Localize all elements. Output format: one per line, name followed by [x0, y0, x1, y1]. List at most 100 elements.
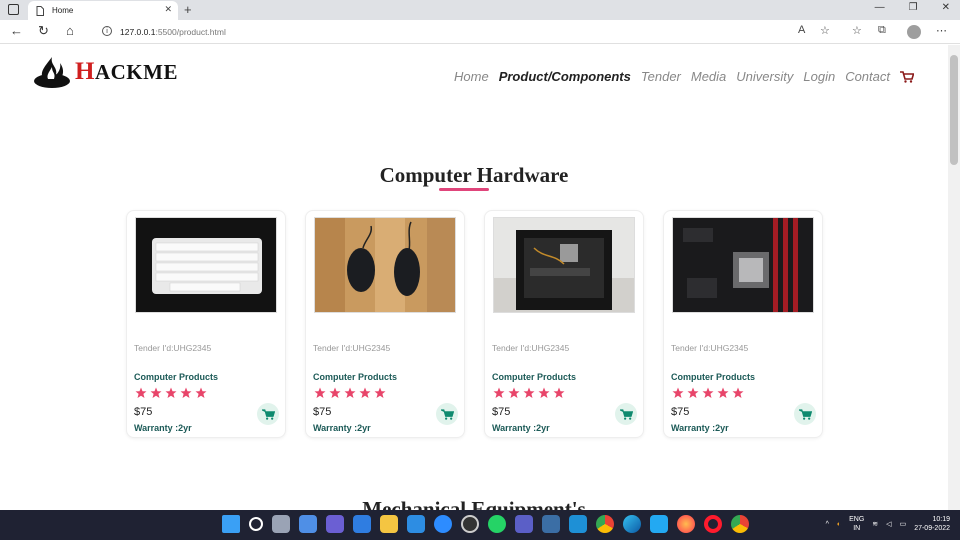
cart-icon — [261, 408, 275, 420]
nav-products[interactable]: Product/Components — [499, 69, 631, 84]
page-scrollbar[interactable] — [948, 45, 960, 510]
reload-icon[interactable]: ↻ — [38, 24, 49, 38]
favorite-star-icon[interactable]: ☆ — [820, 24, 830, 37]
browser-tab-bar: Home ✕ + — ❐ ✕ — [0, 0, 960, 20]
cart-icon — [798, 408, 812, 420]
widgets-icon[interactable] — [299, 515, 317, 533]
tender-id: Tender I'd:UHG2345 — [492, 343, 570, 353]
obs-icon[interactable] — [461, 515, 479, 533]
star-icon — [538, 387, 550, 398]
profile-avatar[interactable] — [907, 25, 921, 39]
product-card[interactable]: Tender I'd:UHG2345 Computer Products $75… — [484, 210, 644, 438]
star-icon — [553, 387, 565, 398]
firefox-icon[interactable] — [677, 515, 695, 533]
mail-icon[interactable] — [407, 515, 425, 533]
next-section-title: Mechanical Equipment's — [362, 497, 586, 510]
clock[interactable]: 10:19 27-09-2022 — [914, 515, 950, 533]
home-icon[interactable]: ⌂ — [66, 24, 74, 38]
add-to-cart-button[interactable] — [257, 403, 279, 425]
product-price: $75 — [671, 406, 690, 418]
nav-tender[interactable]: Tender — [641, 69, 681, 84]
battery-icon[interactable]: ▭ — [900, 520, 907, 528]
product-category: Computer Products — [671, 372, 756, 382]
nav-home[interactable]: Home — [454, 69, 489, 84]
volume-icon[interactable]: ◁ — [886, 520, 891, 528]
product-warranty: Warranty :2yr — [671, 423, 729, 433]
add-to-cart-button[interactable] — [794, 403, 816, 425]
star-icon — [150, 387, 162, 398]
tender-id: Tender I'd:UHG2345 — [671, 343, 749, 353]
main-nav: Home Product/Components Tender Media Uni… — [454, 69, 914, 84]
page-content: HACKME Home Product/Components Tender Me… — [0, 45, 948, 510]
minimize-button[interactable]: — — [875, 2, 885, 13]
product-warranty: Warranty :2yr — [313, 423, 371, 433]
star-icon — [672, 387, 684, 398]
star-icon — [165, 387, 177, 398]
whatsapp-icon[interactable] — [488, 515, 506, 533]
more-menu-icon[interactable]: ⋯ — [936, 24, 947, 37]
product-image-mouse — [314, 217, 456, 313]
teams-chat-icon[interactable] — [326, 515, 344, 533]
read-aloud-icon[interactable]: A — [798, 24, 805, 36]
favorites-icon[interactable]: ☆ — [852, 24, 862, 37]
title-underline — [439, 188, 489, 191]
nav-media[interactable]: Media — [691, 69, 726, 84]
back-icon[interactable]: ← — [10, 24, 23, 38]
notification-app-icon[interactable]: ◐ — [837, 521, 841, 528]
language-indicator[interactable]: ENG IN — [849, 515, 864, 533]
product-image-pc-case — [493, 217, 635, 313]
add-to-cart-button[interactable] — [436, 403, 458, 425]
cart-icon — [440, 408, 454, 420]
product-price: $75 — [492, 406, 511, 418]
product-card[interactable]: Tender I'd:UHG2345 Computer Products $75… — [663, 210, 823, 438]
chevron-up-icon[interactable]: ^ — [826, 521, 829, 528]
app-icon[interactable] — [542, 515, 560, 533]
chrome-icon[interactable] — [731, 515, 749, 533]
star-icon — [135, 387, 147, 398]
product-price: $75 — [313, 406, 332, 418]
scrollbar-thumb[interactable] — [950, 55, 958, 165]
product-card[interactable]: Tender I'd:UHG2345 Computer Products $75… — [126, 210, 286, 438]
photos-icon[interactable] — [569, 515, 587, 533]
site-logo[interactable]: HACKME — [32, 55, 178, 89]
taskbar: ^ ◐ ENG IN ≋ ◁ ▭ 10:19 27-09-2022 — [0, 510, 960, 540]
collections-icon[interactable]: ⧉ — [878, 24, 886, 37]
browser-tab[interactable]: Home ✕ — [28, 1, 178, 20]
start-icon[interactable] — [222, 515, 240, 533]
tab-close-icon[interactable]: ✕ — [164, 4, 172, 15]
task-view-icon[interactable] — [272, 515, 290, 533]
address-bar[interactable]: i 127.0.0.1:5500/product.html — [92, 23, 844, 41]
vscode-icon[interactable] — [650, 515, 668, 533]
product-price: $75 — [134, 406, 153, 418]
nav-login[interactable]: Login — [803, 69, 835, 84]
star-icon — [329, 387, 341, 398]
opera-icon[interactable] — [704, 515, 722, 533]
chrome-icon[interactable] — [596, 515, 614, 533]
product-category: Computer Products — [492, 372, 577, 382]
search-icon[interactable] — [249, 517, 263, 531]
product-card[interactable]: Tender I'd:UHG2345 Computer Products $75… — [305, 210, 465, 438]
restore-button[interactable]: ❐ — [909, 2, 918, 13]
file-explorer-icon[interactable] — [380, 515, 398, 533]
new-tab-button[interactable]: + — [184, 2, 192, 17]
rating-stars — [493, 387, 565, 399]
nav-contact[interactable]: Contact — [845, 69, 890, 84]
product-image-keyboard — [135, 217, 277, 313]
star-icon — [344, 387, 356, 398]
rating-stars — [672, 387, 744, 399]
product-category: Computer Products — [313, 372, 398, 382]
star-icon — [702, 387, 714, 398]
nav-university[interactable]: University — [736, 69, 793, 84]
tender-id: Tender I'd:UHG2345 — [313, 343, 391, 353]
cart-icon[interactable] — [900, 70, 914, 83]
store-icon[interactable] — [353, 515, 371, 533]
wifi-icon[interactable]: ≋ — [872, 520, 878, 528]
teams-icon[interactable] — [515, 515, 533, 533]
window-menu-icon[interactable] — [8, 4, 19, 15]
close-window-button[interactable]: ✕ — [942, 2, 950, 13]
edge-icon[interactable] — [623, 515, 641, 533]
zoom-icon[interactable] — [434, 515, 452, 533]
site-info-icon[interactable]: i — [102, 26, 112, 36]
add-to-cart-button[interactable] — [615, 403, 637, 425]
star-icon — [717, 387, 729, 398]
